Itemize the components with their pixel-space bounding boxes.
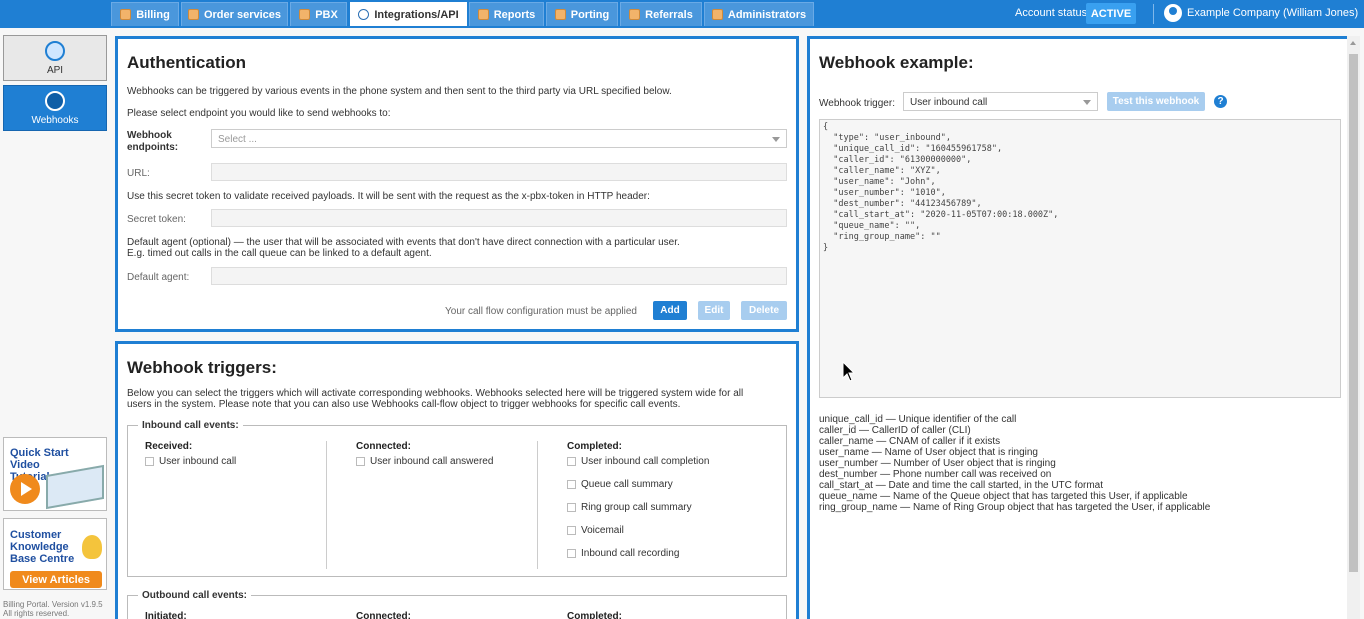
call-flow-notice: Your call flow configuration must be app… (445, 306, 637, 317)
desc-caller-name: caller_name — CNAM of caller if it exist… (819, 436, 1001, 447)
user-avatar-icon[interactable] (1164, 4, 1182, 22)
endpoint-prompt: Please select endpoint you would like to… (127, 108, 391, 119)
payload-field-descriptions: unique_call_id — Unique identifier of th… (819, 414, 1210, 513)
webhook-gear-icon (45, 90, 65, 111)
webhook-example-panel: Webhook example: Webhook trigger: User i… (807, 36, 1353, 619)
tab-administrators[interactable]: Administrators (704, 2, 814, 26)
desc-unique-call-id: unique_call_id — Unique identifier of th… (819, 414, 1017, 425)
tab-referrals[interactable]: Referrals (620, 2, 702, 26)
divider (1153, 4, 1154, 24)
checkbox-inbound-call-recording[interactable]: Inbound call recording (567, 548, 679, 559)
scrollbar-thumb[interactable] (1349, 54, 1358, 572)
sidebar-item-webhooks[interactable]: Webhooks (3, 85, 107, 131)
token-help: Use this secret token to validate receiv… (127, 191, 650, 202)
help-icon[interactable]: ? (1214, 95, 1227, 108)
add-button[interactable]: Add (653, 301, 687, 320)
mouse-cursor-icon (842, 361, 856, 382)
test-webhook-button[interactable]: Test this webhook (1107, 92, 1205, 111)
administrators-icon (711, 9, 723, 20)
column-divider (537, 441, 538, 569)
desc-user-number: user_number — Number of User object that… (819, 458, 1056, 469)
outbound-completed-heading: Completed: (567, 611, 622, 619)
tab-reports[interactable]: Reports (469, 2, 544, 26)
checkbox-voicemail[interactable]: Voicemail (567, 525, 624, 536)
tab-order-services[interactable]: Order services (181, 2, 288, 26)
promo-kb-title: Customer Knowledge Base Centre (10, 529, 75, 565)
referrals-icon (629, 9, 641, 20)
tab-pbx[interactable]: PBX (290, 2, 347, 26)
outbound-call-events-group: Outbound call events: Initiated: Connect… (127, 590, 787, 619)
default-agent-label: Default agent: (127, 272, 190, 283)
lightbulb-icon (82, 535, 102, 559)
webhook-triggers-panel: Webhook triggers: Below you can select t… (115, 341, 799, 619)
chevron-down-icon (772, 137, 780, 142)
reports-icon (477, 9, 489, 20)
user-menu[interactable]: Example Company (William Jones) (1187, 7, 1358, 19)
agent-help-2: E.g. timed out calls in the call queue c… (127, 248, 432, 259)
initiated-heading: Initiated: (145, 611, 187, 619)
scroll-up-arrow-icon[interactable] (1350, 41, 1356, 45)
desc-ring-group-name: ring_group_name — Name of Ring Group obj… (819, 502, 1211, 513)
sidebar-item-api[interactable]: API (3, 35, 107, 81)
url-field[interactable] (211, 163, 787, 181)
knowledge-base-promo[interactable]: Customer Knowledge Base Centre View Arti… (3, 518, 107, 590)
inbound-events-legend: Inbound call events: (138, 420, 243, 431)
desc-call-start-at: call_start_at — Date and time the call s… (819, 480, 1104, 491)
desc-user-name: user_name — Name of User object that is … (819, 447, 1038, 458)
top-nav-bar: Billing Order services PBX Integrations/… (0, 0, 1364, 28)
connected-heading: Connected: (356, 441, 411, 452)
view-articles-button[interactable]: View Articles (10, 571, 102, 588)
triggers-intro-1: Below you can select the triggers which … (127, 388, 744, 399)
edit-button[interactable]: Edit (698, 301, 730, 320)
agent-help-1: Default agent (optional) — the user that… (127, 237, 680, 248)
webhook-triggers-title: Webhook triggers: (127, 358, 277, 377)
globe-icon (45, 40, 65, 61)
checkbox-user-inbound-call-answered[interactable]: User inbound call answered (356, 456, 493, 467)
webhook-example-title: Webhook example: (819, 53, 974, 72)
webhook-trigger-label: Webhook trigger: (819, 98, 895, 109)
chevron-down-icon (1083, 100, 1091, 105)
outbound-events-legend: Outbound call events: (138, 590, 252, 601)
checkbox-user-inbound-call-completion[interactable]: User inbound call completion (567, 456, 709, 467)
completed-heading: Completed: (567, 441, 622, 452)
billing-icon (120, 9, 132, 20)
received-heading: Received: (145, 441, 193, 452)
porting-icon (554, 9, 566, 20)
webhook-endpoints-select[interactable]: Select ... (211, 129, 787, 148)
column-divider (326, 441, 327, 569)
inbound-call-events-group: Inbound call events: Received: User inbo… (127, 420, 787, 577)
webhook-trigger-select[interactable]: User inbound call (903, 92, 1098, 111)
desc-caller-id: caller_id — CallerID of caller (CLI) (819, 425, 971, 436)
default-agent-field[interactable] (211, 267, 787, 285)
integrations-icon (358, 9, 370, 20)
version-footer: Billing Portal. Version v1.9.5 All right… (3, 600, 103, 618)
desc-queue-name: queue_name — Name of the Queue object th… (819, 491, 1188, 502)
quick-start-video-promo[interactable]: Quick Start Video Tutorial (3, 437, 107, 511)
webhook-payload-code[interactable]: { "type": "user_inbound", "unique_call_i… (819, 119, 1341, 398)
checkbox-queue-call-summary[interactable]: Queue call summary (567, 479, 673, 490)
delete-button[interactable]: Delete (741, 301, 787, 320)
auth-intro: Webhooks can be triggered by various eve… (127, 86, 672, 97)
tab-porting[interactable]: Porting (546, 2, 618, 26)
checkbox-user-inbound-call[interactable]: User inbound call (145, 456, 236, 467)
desc-dest-number: dest_number — Phone number call was rece… (819, 469, 1052, 480)
secret-token-field[interactable] (211, 209, 787, 227)
tab-integrations-api[interactable]: Integrations/API (350, 2, 467, 26)
outbound-connected-heading: Connected: (356, 611, 411, 619)
pbx-icon (299, 9, 311, 20)
triggers-intro-2: users in the system. Please note that yo… (127, 399, 681, 410)
account-status-label: Account status: (1015, 7, 1091, 19)
play-icon (10, 474, 40, 504)
account-status-badge: ACTIVE (1086, 3, 1136, 24)
cart-icon (187, 9, 199, 20)
secret-token-label: Secret token: (127, 214, 186, 225)
authentication-title: Authentication (127, 53, 246, 72)
authentication-panel: Authentication Webhooks can be triggered… (115, 36, 799, 332)
page-scrollbar[interactable] (1347, 36, 1360, 619)
url-label: URL: (127, 168, 150, 179)
webhook-endpoints-label: Webhook endpoints: (127, 130, 179, 153)
checkbox-ring-group-call-summary[interactable]: Ring group call summary (567, 502, 692, 513)
tab-billing[interactable]: Billing (111, 2, 179, 26)
